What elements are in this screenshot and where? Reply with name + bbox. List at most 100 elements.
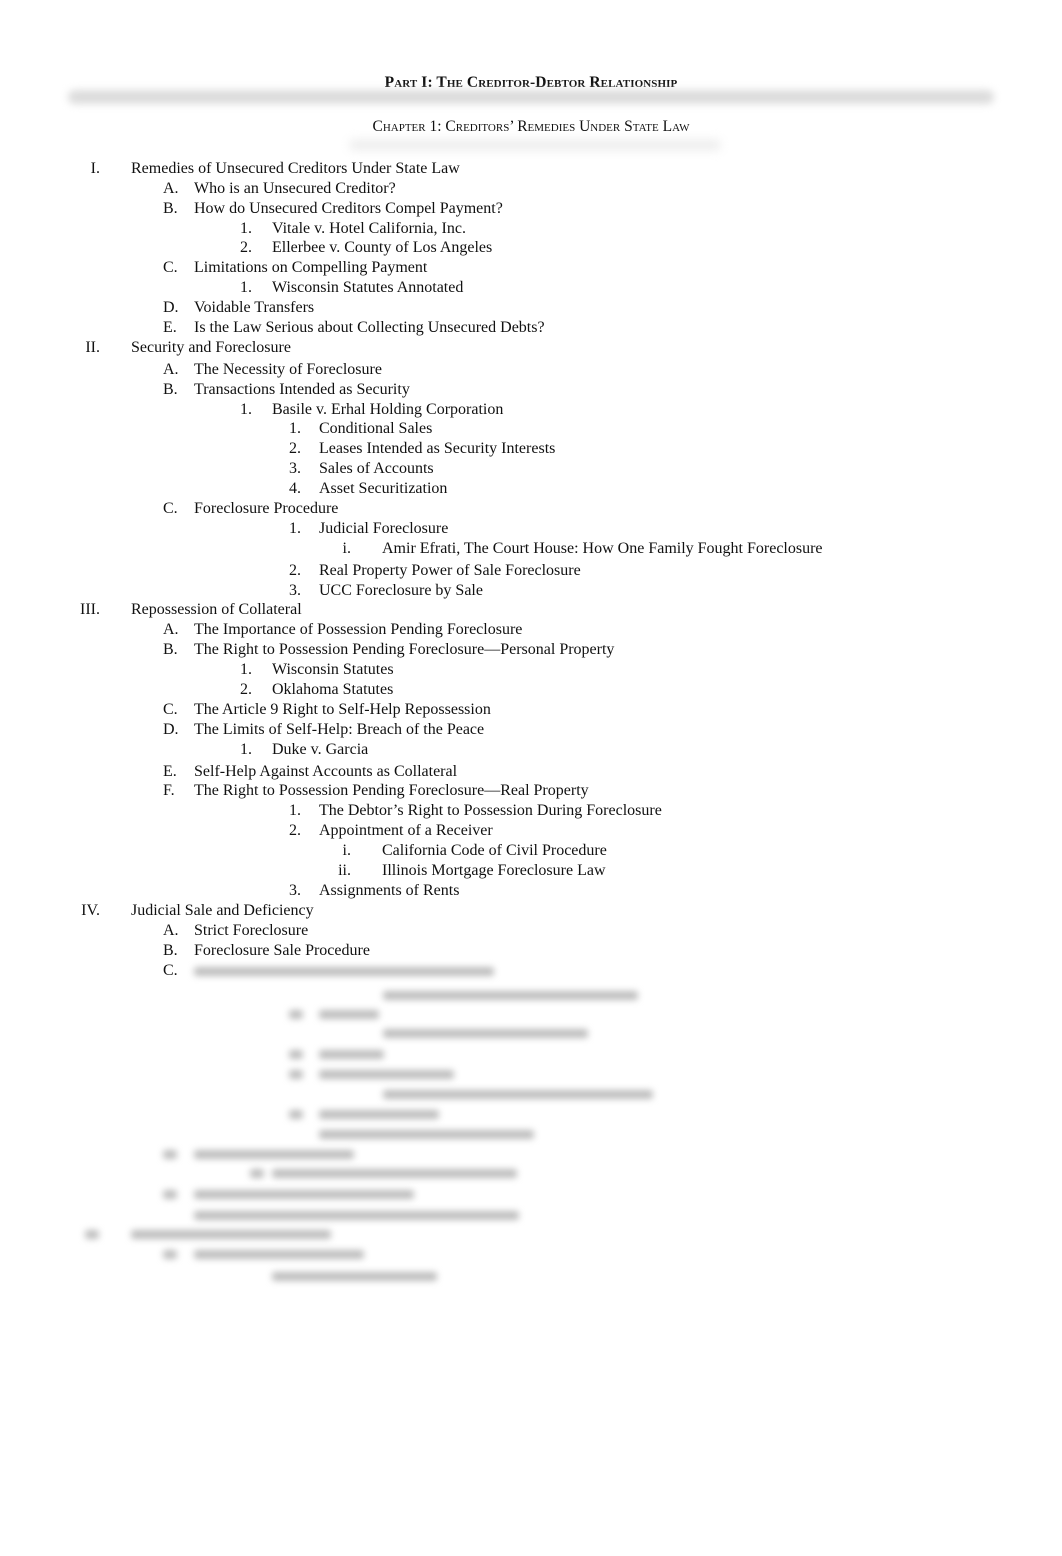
outline-marker: 1. bbox=[240, 401, 252, 418]
outline-item-level-3: 4. Asset Securitization bbox=[0, 479, 1062, 499]
chapter-title-shadow bbox=[350, 140, 720, 150]
blurred-outline-line bbox=[194, 1244, 364, 1264]
outline-text: Illinois Mortgage Foreclosure Law bbox=[382, 862, 606, 879]
outline-item-level-3: 1. Judicial Foreclosure bbox=[0, 519, 1062, 539]
blurred-outline-line bbox=[319, 1004, 379, 1024]
blurred-outline-line bbox=[319, 1104, 439, 1124]
outline-text: The Article 9 Right to Self-Help Reposse… bbox=[194, 701, 491, 718]
outline-marker: A. bbox=[163, 922, 179, 939]
outline-item-level-2: 1. Wisconsin Statutes bbox=[0, 660, 1062, 680]
outline-item-level-2: 2. Oklahoma Statutes bbox=[0, 680, 1062, 700]
outline-marker: B. bbox=[163, 942, 178, 959]
outline-item-level-3: 1. The Debtor’s Right to Possession Durin… bbox=[0, 801, 1062, 821]
outline-item-level-1: D. Voidable Transfers bbox=[0, 298, 1062, 318]
outline-marker: 1. bbox=[240, 279, 252, 296]
outline-text: Assignments of Rents bbox=[319, 882, 460, 899]
outline-marker: A. bbox=[163, 180, 179, 197]
outline-marker: 4. bbox=[289, 480, 301, 497]
outline-marker: 1. bbox=[289, 802, 301, 819]
outline-marker: 2. bbox=[289, 440, 301, 457]
outline-text: Judicial Sale and Deficiency bbox=[131, 902, 314, 919]
outline-text bbox=[194, 961, 494, 981]
outline-text: Who is an Unsecured Creditor? bbox=[194, 180, 396, 197]
outline-marker: 1. bbox=[289, 420, 301, 437]
outline-marker: IV. bbox=[81, 902, 100, 919]
outline-marker: F. bbox=[163, 782, 175, 799]
outline-item-level-4: i. Amir Efrati, The Court House: How One … bbox=[0, 539, 1062, 559]
outline-item-level-1: C. bbox=[0, 961, 1062, 981]
outline-marker: 1. bbox=[240, 741, 252, 758]
outline-marker: 3. bbox=[289, 882, 301, 899]
part-title-divider bbox=[68, 90, 994, 104]
outline-text: Transactions Intended as Security bbox=[194, 381, 410, 398]
blurred-outline-line bbox=[194, 1184, 414, 1204]
blurred-outline-line bbox=[131, 1224, 331, 1244]
outline-text: Voidable Transfers bbox=[194, 299, 315, 316]
outline-item-level-1: C. The Article 9 Right to Self-Help Repos… bbox=[0, 700, 1062, 720]
outline-item-level-3: 2. Leases Intended as Security Interests bbox=[0, 439, 1062, 459]
blurred-outline-line bbox=[319, 1124, 534, 1144]
outline-item-level-0: III. Repossession of Collateral bbox=[0, 600, 1062, 620]
outline-marker: D. bbox=[163, 299, 179, 316]
outline-text: The Necessity of Foreclosure bbox=[194, 361, 382, 378]
blurred-outline-line bbox=[319, 1064, 454, 1084]
blurred-outline-line bbox=[383, 985, 638, 1005]
outline-item-level-3: 3. Sales of Accounts bbox=[0, 459, 1062, 479]
outline-text: The Importance of Possession Pending For… bbox=[194, 621, 523, 638]
outline-item-level-2: 1. Vitale v. Hotel California, Inc. bbox=[0, 219, 1062, 239]
outline-item-level-1: E. Is the Law Serious about Collecting Un… bbox=[0, 318, 1062, 338]
outline-text: The Right to Possession Pending Foreclos… bbox=[194, 641, 615, 658]
outline-marker: B. bbox=[163, 200, 178, 217]
outline-item-level-2: 1. Wisconsin Statutes Annotated bbox=[0, 278, 1062, 298]
outline-item-level-1: A. The Importance of Possession Pending F… bbox=[0, 620, 1062, 640]
outline-marker: i. bbox=[342, 540, 351, 557]
outline-text: UCC Foreclosure by Sale bbox=[319, 582, 483, 599]
outline-item-level-0: II. Security and Foreclosure bbox=[0, 338, 1062, 358]
outline-marker: 2. bbox=[289, 822, 301, 839]
outline-text: Self-Help Against Accounts as Collateral bbox=[194, 763, 458, 780]
outline-marker: C. bbox=[163, 259, 178, 276]
outline-marker: 3. bbox=[289, 582, 301, 599]
outline-item-level-0: I. Remedies of Unsecured Creditors Under … bbox=[0, 159, 1062, 179]
blurred-outline-line bbox=[383, 1023, 588, 1043]
blurred-outline-line bbox=[85, 1224, 99, 1244]
outline-text: Security and Foreclosure bbox=[131, 339, 291, 356]
blurred-outline-line bbox=[289, 1044, 303, 1064]
blurred-outline-line bbox=[194, 1144, 354, 1164]
blurred-outline-line bbox=[272, 1163, 517, 1183]
outline-item-level-1: D. The Limits of Self-Help: Breach of the… bbox=[0, 720, 1062, 740]
outline-marker: 3. bbox=[289, 460, 301, 477]
outline-text: Duke v. Garcia bbox=[272, 741, 369, 758]
outline-marker: A. bbox=[163, 361, 179, 378]
blurred-outline-line bbox=[383, 1084, 653, 1104]
outline-item-level-1: B. Foreclosure Sale Procedure bbox=[0, 941, 1062, 961]
outline-item-level-1: C. Limitations on Compelling Payment bbox=[0, 258, 1062, 278]
blurred-outline-line bbox=[289, 1064, 303, 1084]
outline-item-level-1: B. How do Unsecured Creditors Compel Paym… bbox=[0, 199, 1062, 219]
outline-marker: III. bbox=[80, 601, 100, 618]
outline-marker: 1. bbox=[240, 220, 252, 237]
outline-item-level-1: F. The Right to Possession Pending Forecl… bbox=[0, 781, 1062, 801]
outline-text: Oklahoma Statutes bbox=[272, 681, 394, 698]
outline-text: Remedies of Unsecured Creditors Under St… bbox=[131, 160, 460, 177]
outline-marker: E. bbox=[163, 763, 177, 780]
outline-marker: i. bbox=[342, 842, 351, 859]
outline-item-level-3: 1. Conditional Sales bbox=[0, 419, 1062, 439]
outline-marker: 2. bbox=[240, 239, 252, 256]
outline-text: How do Unsecured Creditors Compel Paymen… bbox=[194, 200, 503, 217]
outline-text: Asset Securitization bbox=[319, 480, 448, 497]
blurred-outline-line bbox=[289, 1104, 303, 1124]
outline-item-level-3: 3. Assignments of Rents bbox=[0, 881, 1062, 901]
outline-text: Judicial Foreclosure bbox=[319, 520, 449, 537]
outline-item-level-1: B. The Right to Possession Pending Forecl… bbox=[0, 640, 1062, 660]
outline-text: California Code of Civil Procedure bbox=[382, 842, 607, 859]
outline-item-level-1: A. Who is an Unsecured Creditor? bbox=[0, 179, 1062, 199]
outline-text: Vitale v. Hotel California, Inc. bbox=[272, 220, 466, 237]
outline-text: Is the Law Serious about Collecting Unse… bbox=[194, 319, 545, 336]
outline-item-level-1: C. Foreclosure Procedure bbox=[0, 499, 1062, 519]
outline-marker: B. bbox=[163, 641, 178, 658]
outline-item-level-1: A. Strict Foreclosure bbox=[0, 921, 1062, 941]
outline-text: Amir Efrati, The Court House: How One Fa… bbox=[382, 540, 823, 557]
outline-text: Conditional Sales bbox=[319, 420, 433, 437]
outline-marker: C. bbox=[163, 500, 178, 517]
